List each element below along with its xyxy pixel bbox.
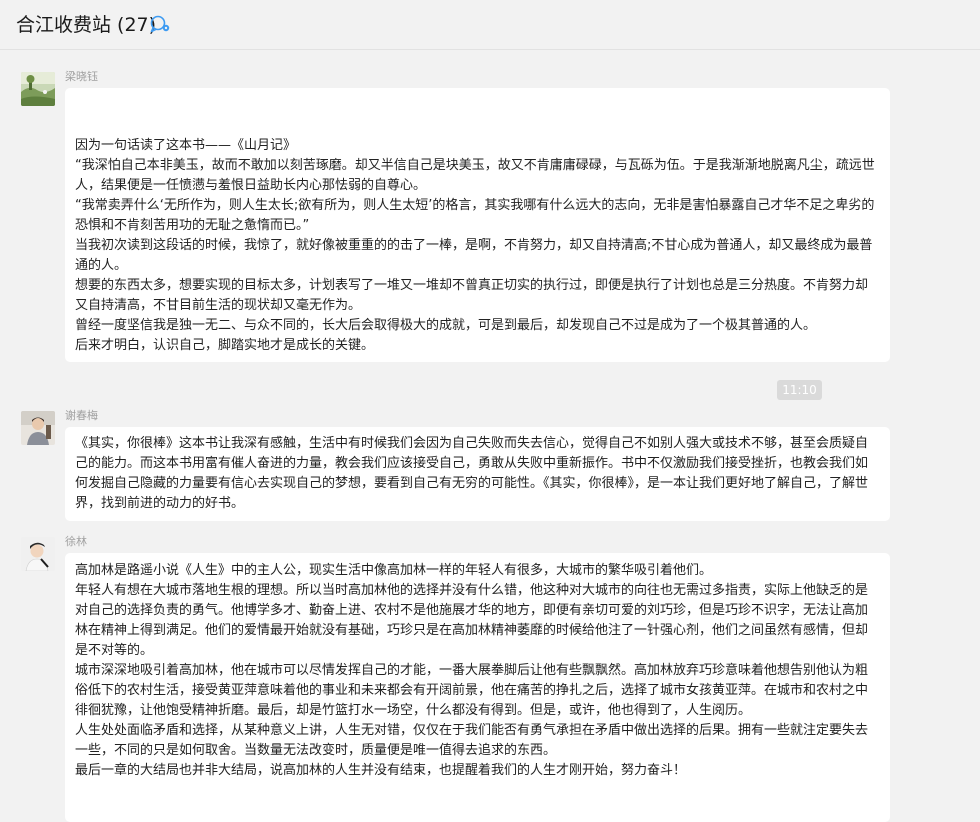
message-bubble[interactable]: 高加林是路遥小说《人生》中的主人公，现实生活中像高加林一样的年轻人有很多，大城市… bbox=[65, 553, 890, 822]
message-line: 最后一章的大结局也并非大结局，说高加林的人生并没有结束，也提醒着我们的人生才刚开… bbox=[75, 763, 687, 778]
message-line: “我深怕自己本非美玉，故而不敢加以刻苦琢磨。却又半信自己是块美玉，故又不肯庸庸碌… bbox=[75, 158, 875, 193]
message-line: 曾经一度坚信我是独一无二、与众不同的，长大后会取得极大的成就，可是到最后，却发现… bbox=[75, 318, 817, 333]
message-line: 高加林是路遥小说《人生》中的主人公，现实生活中像高加林一样的年轻人有很多，大城市… bbox=[75, 563, 713, 578]
message-line: 当我初次读到这段话的时候，我惊了，就好像被重重的的击了一棒，是啊，不肯努力，却又… bbox=[75, 238, 873, 273]
message-bubble[interactable]: 《其实，你很棒》这本书让我深有感触，生活中有时候我们会因为自己失败而失去信心，觉… bbox=[65, 427, 890, 521]
landscape-avatar-icon[interactable] bbox=[21, 72, 55, 106]
chat-header: 合江收费站 (27) bbox=[0, 0, 980, 50]
person-avatar-icon[interactable] bbox=[21, 411, 55, 445]
group-chat-icon[interactable] bbox=[149, 13, 171, 33]
message-line: 《其实，你很棒》这本书让我深有感触，生活中有时候我们会因为自己失败而失去信心，觉… bbox=[75, 436, 869, 511]
message-line bbox=[75, 116, 880, 136]
chat-title[interactable]: 合江收费站 (27) bbox=[16, 10, 156, 37]
person-avatar-icon[interactable] bbox=[21, 537, 55, 571]
message-line: 想要的东西太多，想要实现的目标太多，计划表写了一堆又一堆却不曾真正切实的执行过，… bbox=[75, 278, 869, 313]
message-line: 因为一句话读了这本书——《山月记》 bbox=[75, 138, 297, 153]
message-line: 年轻人有想在大城市落地生根的理想。所以当时高加林他的选择并没有什么错，他这种对大… bbox=[75, 583, 869, 658]
sender-name: 谢春梅 bbox=[65, 409, 98, 422]
message-line: 城市深深地吸引着高加林，他在城市可以尽情发挥自己的才能，一番大展拳脚后让他有些飘… bbox=[75, 663, 869, 718]
message-line: 人生处处面临矛盾和选择，从某种意义上讲，人生无对错，仅仅在于我们能否有勇气承担在… bbox=[75, 723, 869, 758]
sender-name: 徐林 bbox=[65, 535, 87, 548]
sender-name: 梁晓钰 bbox=[65, 70, 98, 83]
timestamp-badge: 11:10 bbox=[777, 380, 822, 400]
message-line: 后来才明白，认识自己，脚踏实地才是成长的关键。 bbox=[75, 338, 375, 353]
message-bubble[interactable]: 因为一句话读了这本书——《山月记》 “我深怕自己本非美玉，故而不敢加以刻苦琢磨。… bbox=[65, 88, 890, 362]
message-line bbox=[75, 96, 880, 116]
message-line: “我常卖弄什么‘无所作为，则人生太长;欲有所为，则人生太短’的格言，其实我哪有什… bbox=[75, 198, 875, 233]
